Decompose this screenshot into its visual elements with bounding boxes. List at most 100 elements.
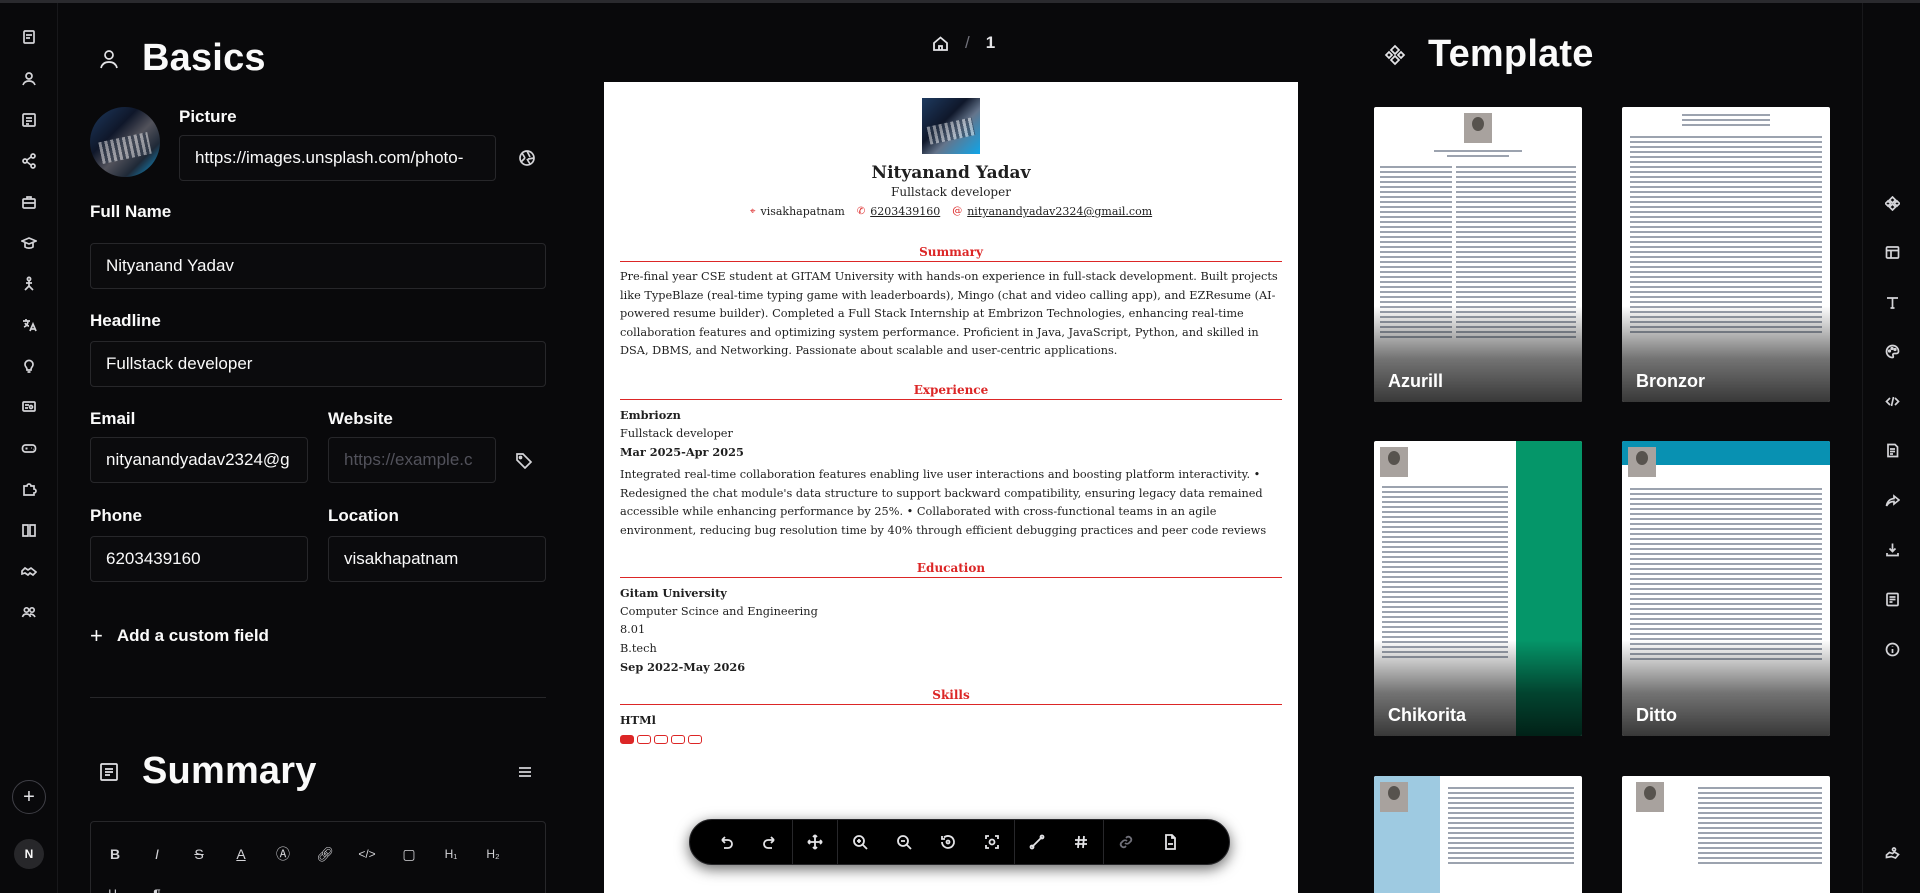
toolbar-separator xyxy=(792,819,793,865)
copy-link-icon[interactable] xyxy=(1111,827,1141,857)
layout-icon[interactable] xyxy=(1882,242,1902,262)
picture-url-input[interactable]: https://images.unsplash.com/photo- xyxy=(179,135,496,181)
certificate-icon[interactable] xyxy=(19,397,39,417)
gamepad-icon[interactable] xyxy=(19,438,39,458)
link-icon[interactable]: 🔗︎ xyxy=(315,844,335,864)
basics-title: Basics xyxy=(142,37,266,79)
text-color-button[interactable]: A xyxy=(231,844,251,864)
website-label: Website xyxy=(328,409,393,428)
user-icon xyxy=(100,49,118,68)
code-block-icon[interactable]: ▢ xyxy=(399,844,419,864)
download-pdf-icon[interactable] xyxy=(1155,827,1185,857)
pan-move-icon[interactable] xyxy=(800,827,830,857)
resume-experience-body: Integrated real-time collaboration featu… xyxy=(620,466,1282,540)
template-diamond-icon[interactable] xyxy=(1882,193,1902,213)
right-sidebar-rail xyxy=(1862,3,1920,893)
location-input[interactable]: visakhapatnam xyxy=(328,536,546,582)
template-name-azurill: Azurill xyxy=(1388,371,1444,391)
heading-2-button[interactable]: H₂ xyxy=(483,844,503,864)
template-card-ditto[interactable]: Ditto xyxy=(1622,441,1830,736)
add-custom-field-button[interactable]: + Add a custom field xyxy=(90,623,269,649)
donate-hand-icon[interactable] xyxy=(1882,843,1902,863)
summary-list-icon[interactable] xyxy=(19,110,39,130)
tag-icon[interactable] xyxy=(513,449,535,471)
heading-1-button[interactable]: H₁ xyxy=(441,844,461,864)
page-numbers-hash-icon[interactable] xyxy=(1066,827,1096,857)
skill-name: HTMl xyxy=(620,713,656,727)
zoom-in-icon[interactable] xyxy=(845,827,875,857)
graduation-cap-icon[interactable] xyxy=(19,233,39,253)
full-name-input[interactable]: Nityanand Yadav xyxy=(90,243,546,289)
paragraph-button[interactable]: ¶ xyxy=(147,884,167,893)
resume-phone[interactable]: ✆ 6203439160 xyxy=(857,205,940,218)
notes-icon[interactable] xyxy=(1882,589,1902,609)
skill-level-dot xyxy=(654,735,668,744)
page-break-line-icon[interactable] xyxy=(1022,827,1052,857)
puzzle-icon[interactable] xyxy=(19,479,39,499)
edu-field: Computer Scince and Engineering xyxy=(620,604,818,618)
resume-summary-heading: Summary xyxy=(620,245,1282,262)
skill-level-dot xyxy=(620,735,634,744)
template-thumb-photo xyxy=(1464,113,1492,143)
highlight-button[interactable]: Ⓐ xyxy=(273,844,293,864)
resume-name: Nityanand Yadav xyxy=(871,163,1031,183)
book-icon[interactable] xyxy=(19,520,39,540)
app-logo-icon[interactable] xyxy=(19,27,39,47)
profile-picture-avatar[interactable] xyxy=(90,107,160,177)
resume-email-text: nityanandyadav2324@gmail.com xyxy=(967,205,1153,218)
template-card-partial[interactable] xyxy=(1622,776,1830,893)
reset-zoom-icon[interactable] xyxy=(933,827,963,857)
redo-icon[interactable] xyxy=(755,827,785,857)
strikethrough-button[interactable]: S xyxy=(189,844,209,864)
briefcase-icon[interactable] xyxy=(19,192,39,212)
user-icon[interactable] xyxy=(19,69,39,89)
skill-level-rating xyxy=(620,735,702,744)
home-icon[interactable] xyxy=(932,35,949,52)
download-icon[interactable] xyxy=(1882,539,1902,559)
template-title: Template xyxy=(1428,33,1594,75)
aperture-settings-icon[interactable] xyxy=(516,147,538,169)
template-card-azurill[interactable]: Azurill xyxy=(1374,107,1582,402)
breadcrumb: / 1 xyxy=(932,33,995,53)
information-icon[interactable] xyxy=(1882,639,1902,659)
italic-button[interactable]: I xyxy=(147,844,167,864)
custom-css-code-icon[interactable] xyxy=(1882,391,1902,411)
add-section-button[interactable]: + xyxy=(12,780,46,814)
exp-role: Fullstack developer xyxy=(620,426,733,440)
add-custom-field-label: Add a custom field xyxy=(116,626,269,645)
template-thumb-photo xyxy=(1380,447,1408,477)
bold-button[interactable]: B xyxy=(105,844,125,864)
summary-rich-text-editor[interactable]: B I S A Ⓐ 🔗︎ </> ▢ H₁ H₂ H₃ ¶ xyxy=(90,821,546,893)
template-card-chikorita[interactable]: Chikorita xyxy=(1374,441,1582,736)
zoom-out-icon[interactable] xyxy=(889,827,919,857)
references-users-icon[interactable] xyxy=(19,602,39,622)
phone-input[interactable]: 6203439160 xyxy=(90,536,308,582)
headline-input[interactable]: Fullstack developer xyxy=(90,341,546,387)
resume-phone-text: 6203439160 xyxy=(870,205,941,218)
summary-icon xyxy=(100,762,118,781)
code-icon[interactable]: </> xyxy=(357,844,377,864)
template-card-bronzor[interactable]: Bronzor xyxy=(1622,107,1830,402)
share-network-icon[interactable] xyxy=(19,151,39,171)
center-artboard-icon[interactable] xyxy=(977,827,1007,857)
lightbulb-icon[interactable] xyxy=(19,356,39,376)
resume-email[interactable]: @ nityanandyadav2324@gmail.com xyxy=(952,205,1152,218)
template-card-partial[interactable] xyxy=(1374,776,1582,893)
languages-icon[interactable] xyxy=(19,315,39,335)
share-icon[interactable] xyxy=(1882,490,1902,510)
exp-line: Redesigned the chat module's data struct… xyxy=(620,486,1263,500)
skills-person-icon[interactable] xyxy=(19,274,39,294)
email-input[interactable]: nityanandyadav2324@g xyxy=(90,437,308,483)
user-avatar[interactable]: N xyxy=(14,839,44,869)
heading-3-button[interactable]: H₃ xyxy=(105,884,125,893)
skill-level-dot xyxy=(688,735,702,744)
preview-floating-toolbar xyxy=(689,819,1230,865)
typography-icon[interactable] xyxy=(1882,292,1902,312)
page-settings-icon[interactable] xyxy=(1882,440,1902,460)
toolbar-separator xyxy=(1014,819,1015,865)
summary-menu-icon[interactable] xyxy=(514,761,536,783)
website-input[interactable]: https://example.c xyxy=(328,437,496,483)
handshake-icon[interactable] xyxy=(19,561,39,581)
undo-icon[interactable] xyxy=(711,827,741,857)
theme-palette-icon[interactable] xyxy=(1882,341,1902,361)
